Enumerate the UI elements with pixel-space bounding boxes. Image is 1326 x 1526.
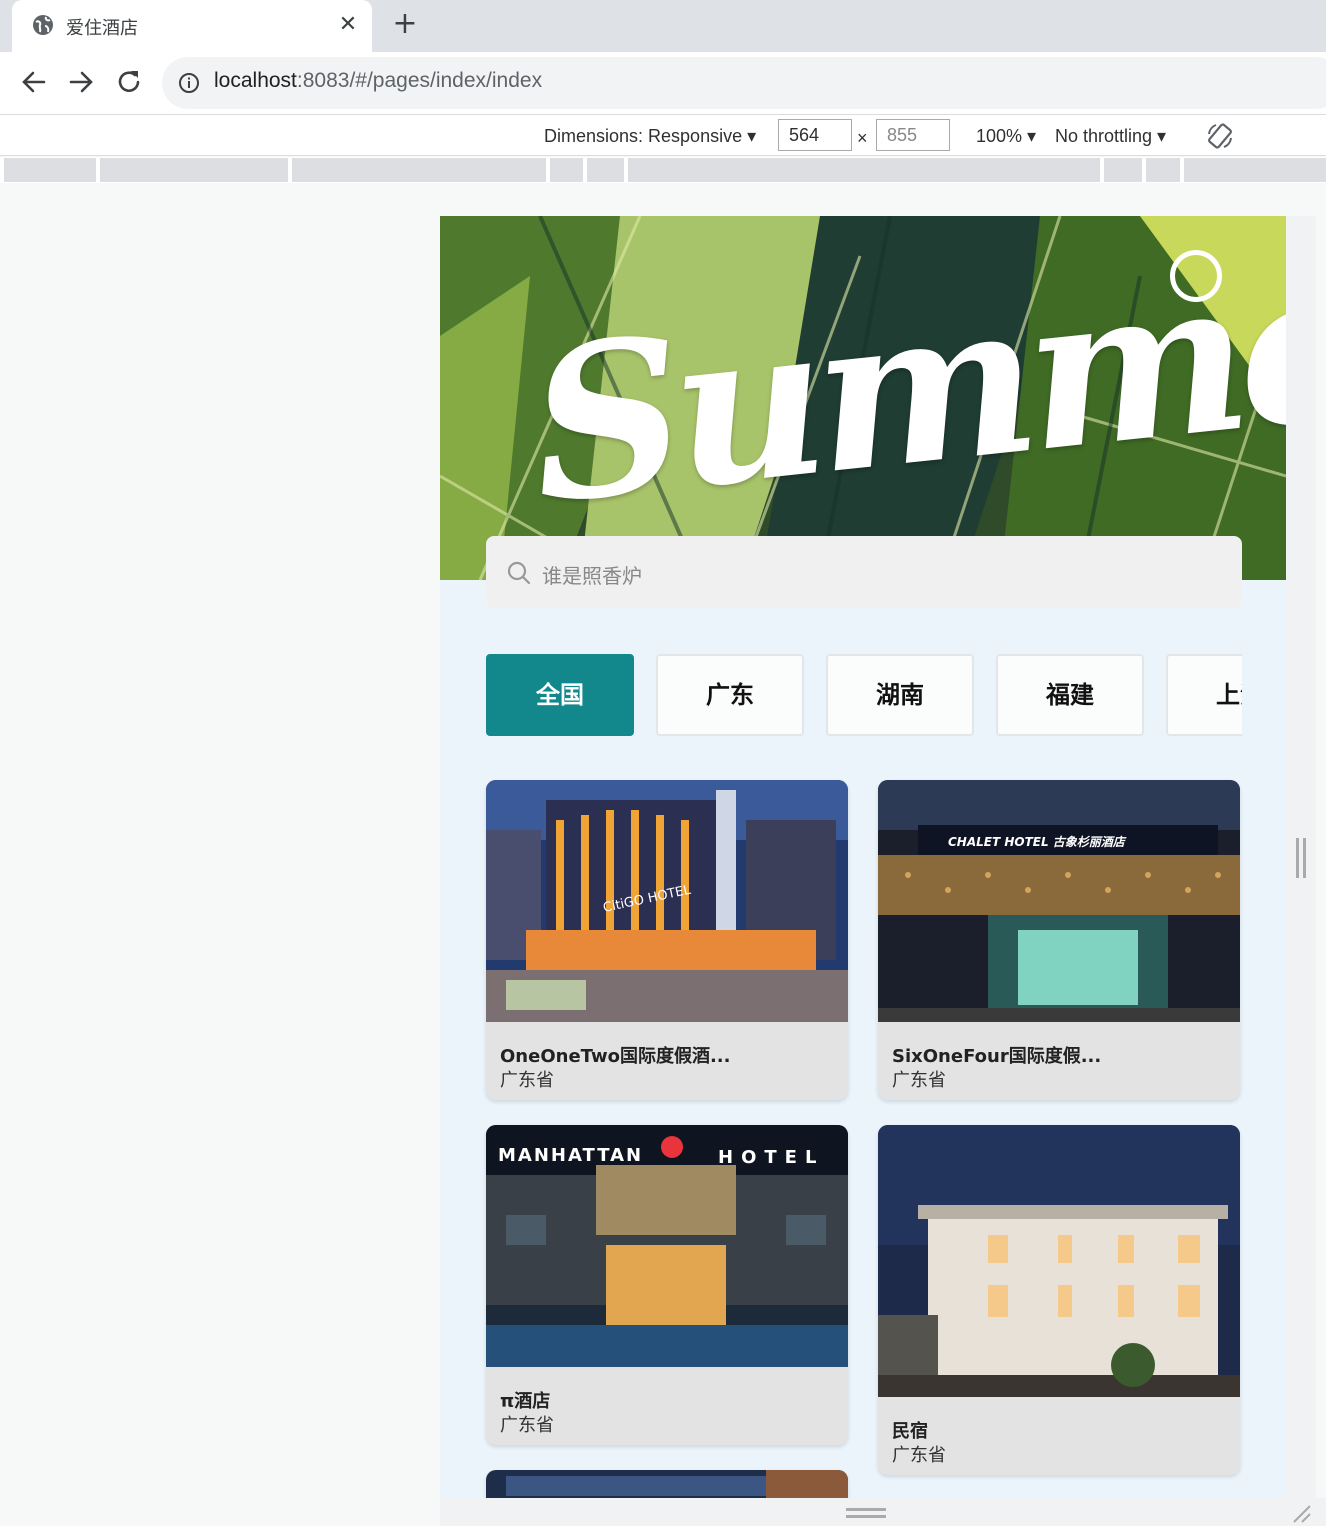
hotel-card[interactable]: MANHATTAN HOTEL π酒店 广东省 xyxy=(486,1125,848,1445)
info-icon[interactable] xyxy=(178,72,200,94)
hotel-name: π酒店 xyxy=(500,1391,551,1412)
device-resize-handle[interactable] xyxy=(846,1508,886,1518)
hotel-province: 广东省 xyxy=(892,1070,946,1091)
region-tabs: 全国 广东 湖南 福建 上海 xyxy=(486,654,1242,736)
hotel-photo: CitiGO HOTEL xyxy=(486,780,848,1022)
back-icon[interactable] xyxy=(18,66,50,98)
hotel-card[interactable]: CHALET HOTEL 古象杉丽酒店 SixOneFour国际度假... 广东… xyxy=(878,780,1240,1100)
browser-tab[interactable]: 爱住酒店 ✕ xyxy=(12,0,372,52)
reload-icon[interactable] xyxy=(113,66,145,98)
region-tab-hunan[interactable]: 湖南 xyxy=(826,654,974,736)
region-tab-fujian[interactable]: 福建 xyxy=(996,654,1144,736)
region-tab-guangdong[interactable]: 广东 xyxy=(656,654,804,736)
tab-close-icon[interactable]: ✕ xyxy=(338,12,358,37)
times-sign: × xyxy=(857,128,868,148)
resize-corner-icon[interactable] xyxy=(1290,1502,1312,1524)
width-input[interactable]: 564 xyxy=(778,119,852,151)
device-resize-handle[interactable] xyxy=(1296,838,1306,878)
hotel-sign-right: HOTEL xyxy=(718,1147,824,1168)
region-tab-shanghai[interactable]: 上海 xyxy=(1166,654,1242,736)
search-icon xyxy=(507,561,531,585)
media-query-bar xyxy=(0,157,1326,183)
hotel-sign: CHALET HOTEL 古象杉丽酒店 xyxy=(948,835,1127,849)
rotate-icon[interactable] xyxy=(1206,122,1234,150)
hotel-photo xyxy=(878,1125,1240,1397)
hotel-name: 民宿 xyxy=(892,1421,928,1442)
media-query-segment[interactable] xyxy=(1104,158,1142,182)
media-query-segment[interactable] xyxy=(587,158,624,182)
new-tab-button[interactable]: + xyxy=(392,8,418,40)
hotel-name: OneOneTwo国际度假酒... xyxy=(500,1046,731,1067)
hotel-province: 广东省 xyxy=(892,1445,946,1466)
banner-ring-decoration xyxy=(1170,250,1222,302)
media-query-segment[interactable] xyxy=(4,158,96,182)
region-tab-all[interactable]: 全国 xyxy=(486,654,634,736)
hotel-card[interactable]: 民宿 广东省 xyxy=(878,1125,1240,1475)
media-query-segment[interactable] xyxy=(292,158,546,182)
device-viewport: Summer 谁是照香炉 全国 广东 湖南 福建 上海 xyxy=(440,216,1286,1498)
height-input[interactable]: 855 xyxy=(876,119,950,151)
zoom-select[interactable]: 100% ▾ xyxy=(976,126,1036,147)
search-placeholder: 谁是照香炉 xyxy=(542,564,642,588)
url-text: localhost:8083/#/pages/index/index xyxy=(214,69,543,92)
hotel-province: 广东省 xyxy=(500,1415,554,1436)
hotel-sign-left: MANHATTAN xyxy=(498,1145,643,1166)
tab-title: 爱住酒店 xyxy=(66,18,138,39)
summer-banner[interactable]: Summer xyxy=(440,216,1286,580)
search-input[interactable]: 谁是照香炉 xyxy=(486,536,1242,608)
tab-strip: 爱住酒店 ✕ + xyxy=(0,0,1326,52)
media-query-segment[interactable] xyxy=(628,158,1100,182)
hotel-photo: CHALET HOTEL 古象杉丽酒店 xyxy=(878,780,1240,1022)
throttling-select[interactable]: No throttling ▾ xyxy=(1055,126,1166,147)
media-query-segment[interactable] xyxy=(100,158,288,182)
hotel-photo: MANHATTAN HOTEL xyxy=(486,1125,848,1367)
hotel-card[interactable]: CitiGO HOTEL OneOneTwo国际度假酒... 广东省 xyxy=(486,780,848,1100)
globe-icon xyxy=(33,15,53,35)
address-bar[interactable]: localhost:8083/#/pages/index/index xyxy=(162,57,1326,109)
hotel-name: SixOneFour国际度假... xyxy=(892,1046,1102,1067)
media-query-segment[interactable] xyxy=(1146,158,1180,182)
browser-toolbar: localhost:8083/#/pages/index/index xyxy=(0,52,1326,114)
dimensions-select[interactable]: Dimensions: Responsive ▾ xyxy=(544,126,756,147)
hotel-province: 广东省 xyxy=(500,1070,554,1091)
hotel-card[interactable] xyxy=(486,1470,848,1498)
media-query-segment[interactable] xyxy=(550,158,583,182)
hotel-photo xyxy=(486,1470,848,1498)
device-toolbar: Dimensions: Responsive ▾ 564 × 855 100% … xyxy=(0,114,1326,156)
forward-icon[interactable] xyxy=(65,66,97,98)
media-query-segment[interactable] xyxy=(1184,158,1326,182)
